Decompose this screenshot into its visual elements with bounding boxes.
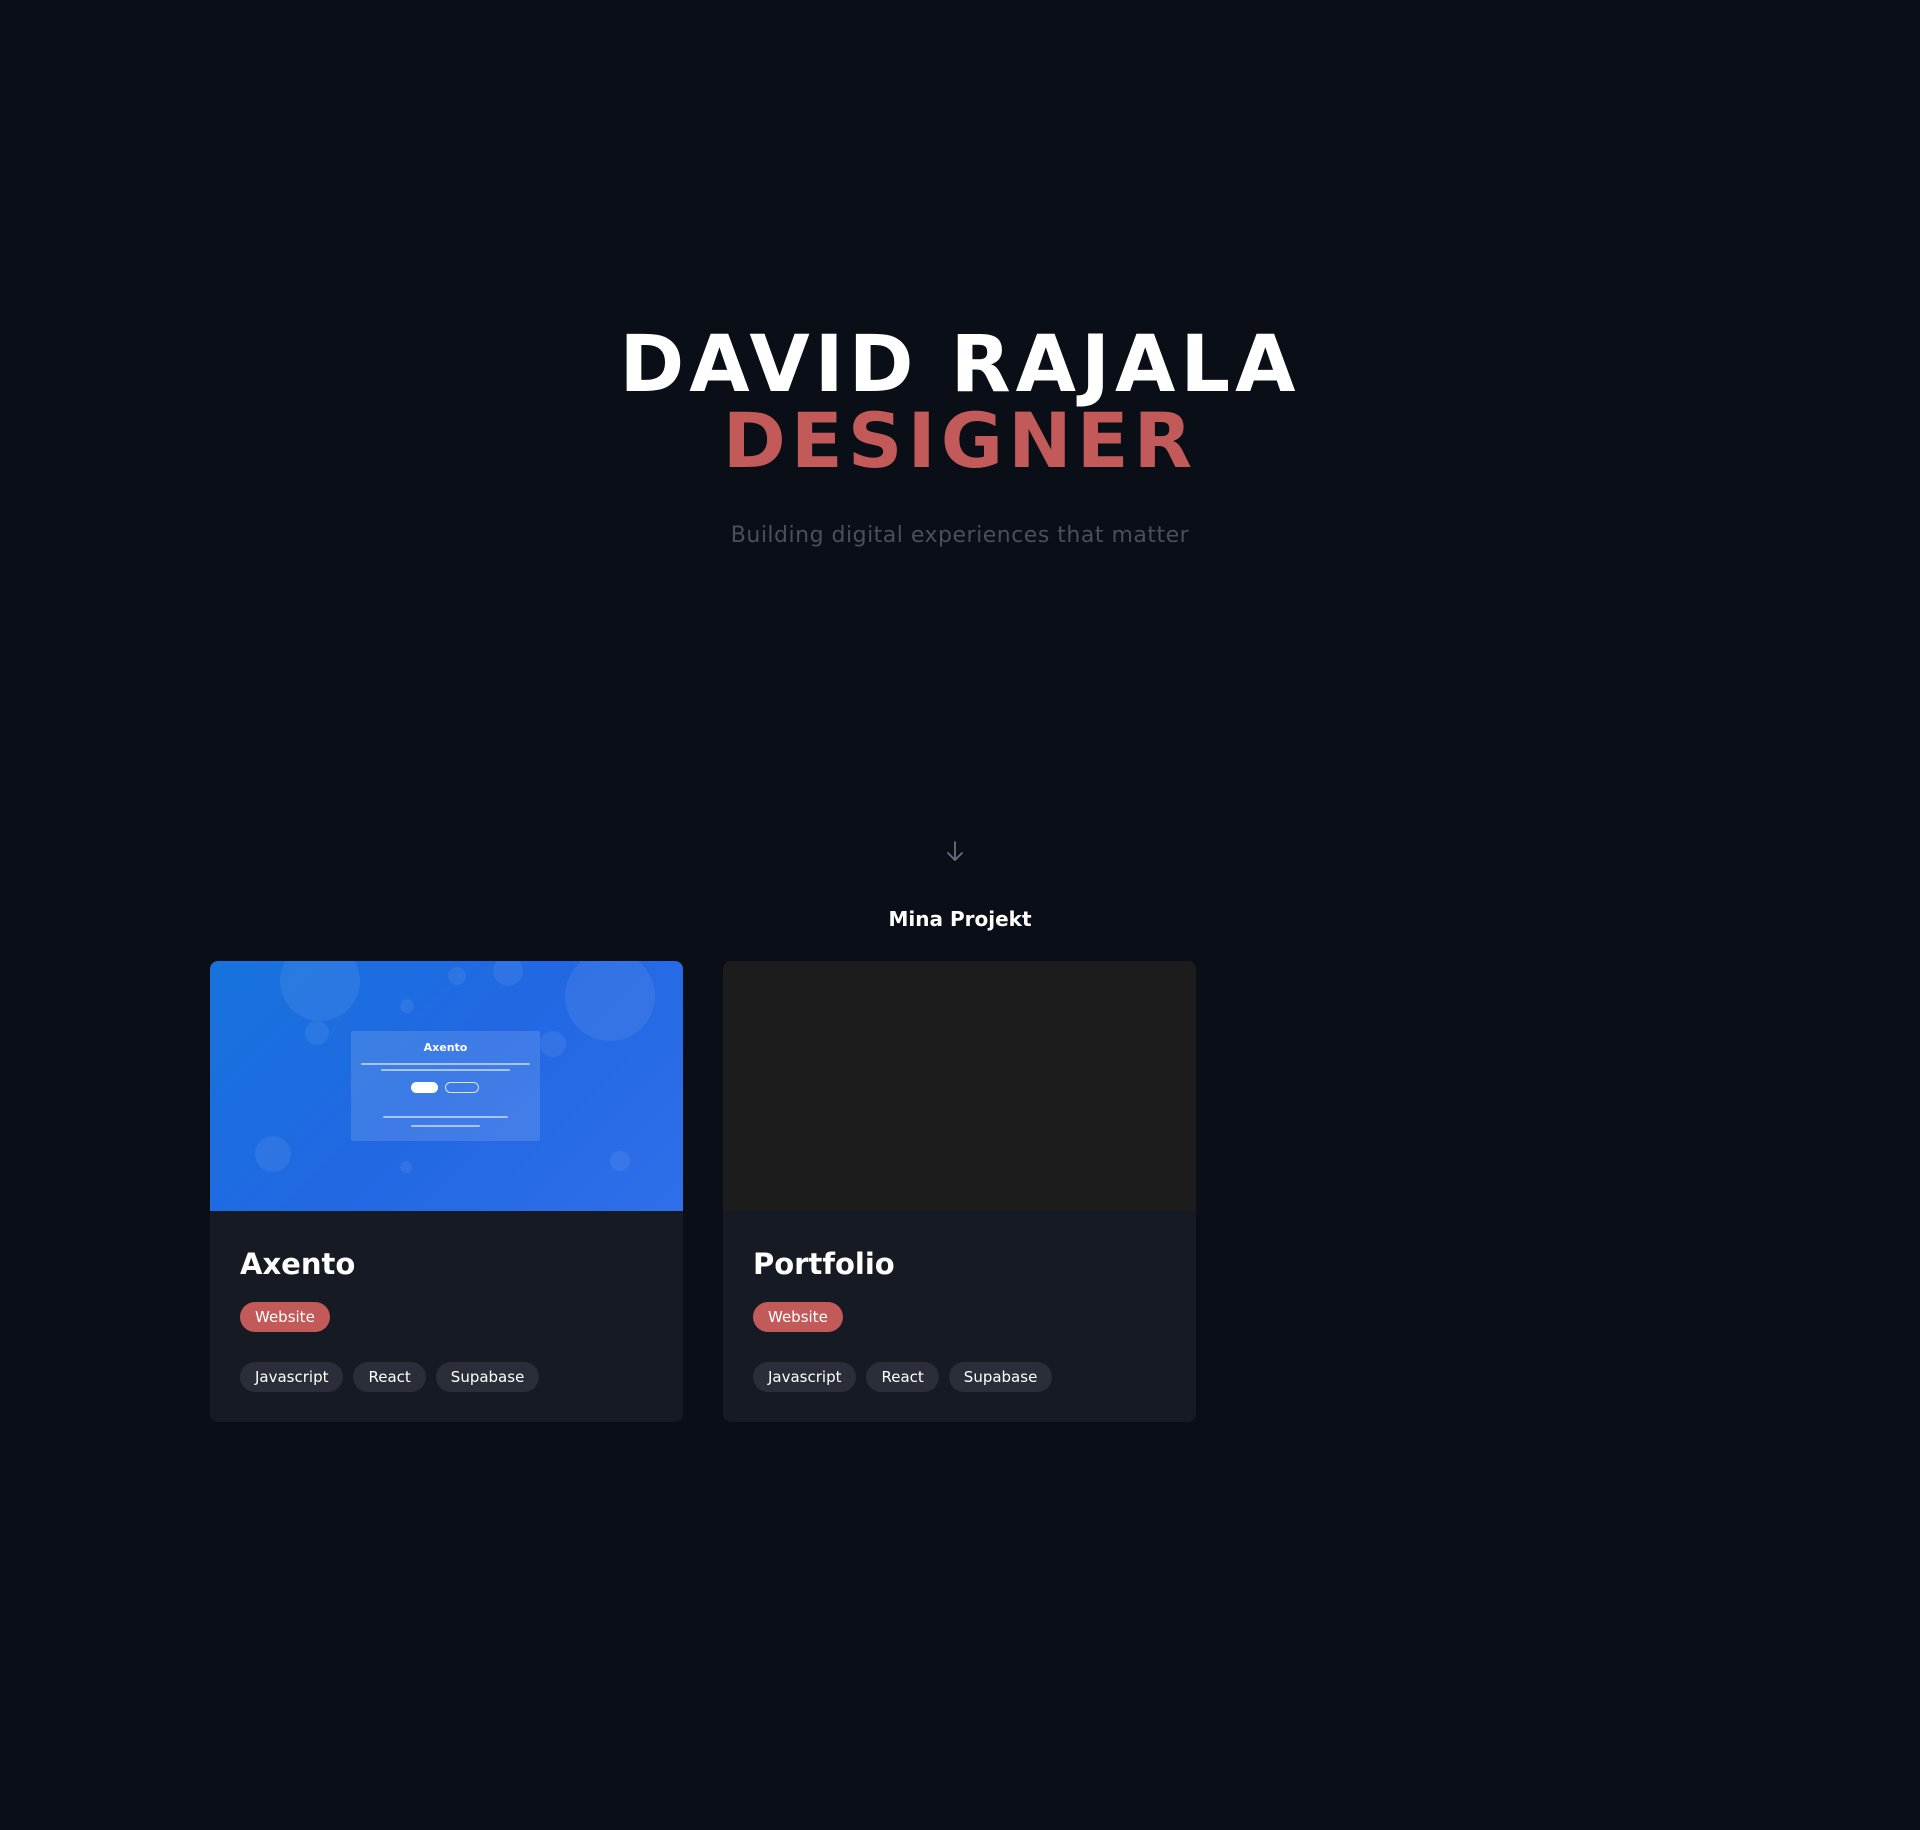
project-preview-image: Axento (210, 961, 683, 1211)
project-card-axento[interactable]: Axento Axento Website Javascript React S… (210, 961, 683, 1422)
decorative-bubble (493, 961, 523, 986)
hero-role: DESIGNER (722, 396, 1198, 485)
preview-mock-button (445, 1082, 479, 1093)
decorative-bubble (280, 961, 360, 1021)
tech-tag: Javascript (753, 1362, 857, 1392)
tech-tag: Supabase (948, 1362, 1053, 1392)
decorative-bubble (255, 1136, 291, 1172)
decorative-bubble (448, 967, 466, 985)
tech-tag: React (353, 1362, 426, 1392)
decorative-bubble (400, 1161, 412, 1173)
project-card-portfolio[interactable]: Portfolio Website Javascript React Supab… (723, 961, 1196, 1422)
preview-mock-text-line (411, 1125, 480, 1127)
preview-mock-button (411, 1082, 438, 1093)
project-category-badge: Website (240, 1302, 330, 1332)
preview-mock-window: Axento (351, 1031, 540, 1141)
preview-mock-text-line (381, 1069, 510, 1071)
project-category-badge: Website (753, 1302, 843, 1332)
preview-mock-text-line (383, 1116, 508, 1118)
projects-section-title: Mina Projekt (888, 907, 1032, 931)
tech-tag-list: Javascript React Supabase (753, 1362, 1053, 1392)
arrow-down-icon[interactable] (943, 838, 967, 866)
decorative-bubble (540, 1031, 566, 1057)
tech-tag: Supabase (435, 1362, 540, 1392)
hero-tagline: Building digital experiences that matter (730, 523, 1190, 548)
project-title: Axento (240, 1247, 356, 1281)
tech-tag: Javascript (240, 1362, 344, 1392)
decorative-bubble (565, 961, 655, 1041)
tech-tag-list: Javascript React Supabase (240, 1362, 540, 1392)
tech-tag: React (866, 1362, 939, 1392)
preview-mock-text-line (361, 1063, 530, 1065)
decorative-bubble (610, 1151, 630, 1171)
decorative-bubble (400, 999, 414, 1013)
decorative-bubble (305, 1021, 329, 1045)
project-title: Portfolio (753, 1247, 895, 1281)
preview-mock-title: Axento (423, 1041, 468, 1054)
project-preview-image (723, 961, 1196, 1211)
